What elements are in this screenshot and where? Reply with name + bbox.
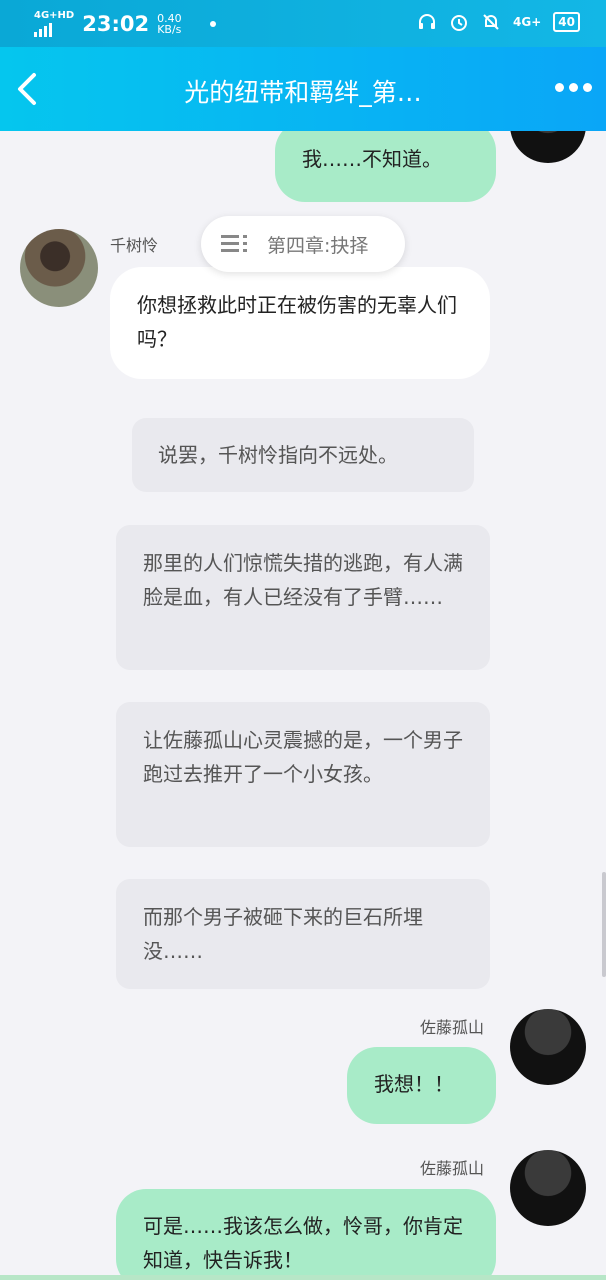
- chapter-label: 第四章:抉择: [267, 234, 369, 257]
- clock: 23:02: [82, 12, 150, 36]
- network-type-right: 4G+: [513, 15, 542, 29]
- network-speed: 0.40 KB/s: [157, 13, 182, 35]
- narration-message: 让佐藤孤山心灵震撼的是，一个男子跑过去推开了一个小女孩。: [116, 702, 490, 847]
- more-dots-icon[interactable]: [555, 83, 592, 92]
- mute-bell-icon: [483, 14, 499, 30]
- signal-indicator: 4G+HD: [34, 11, 74, 37]
- chat-area[interactable]: 我……不知道。 千树怜 你想拯救此时正在被伤害的无辜人们吗？ 说罢，千树怜指向不…: [0, 131, 606, 1280]
- player-message: 我想！！: [347, 1047, 496, 1124]
- chapter-selector[interactable]: 第四章:抉择: [201, 216, 405, 272]
- status-bar: 4G+HD 23:02 0.40 KB/s 4G+ 40: [0, 0, 606, 47]
- notification-dot-icon: [209, 21, 216, 27]
- speed-unit: KB/s: [157, 23, 182, 36]
- signal-bars-icon: [34, 23, 74, 37]
- avatar-player: [510, 1009, 586, 1085]
- narration-message: 说罢，千树怜指向不远处。: [132, 418, 474, 492]
- page-title: 光的纽带和羁绊_第…: [184, 78, 422, 107]
- npc-name: 千树怜: [110, 236, 159, 255]
- avatar-npc: [20, 229, 98, 307]
- npc-message: 你想拯救此时正在被伤害的无辜人们吗？: [110, 267, 490, 379]
- alarm-icon: [451, 15, 468, 31]
- app-header: 光的纽带和羁绊_第…: [0, 47, 606, 131]
- player-message: 我……不知道。: [275, 131, 496, 202]
- list-icon: [221, 235, 247, 252]
- player-message: 可是……我该怎么做，怜哥，你肯定知道，快告诉我！: [116, 1189, 496, 1280]
- narration-message: 而那个男子被砸下来的巨石所埋没……: [116, 879, 490, 989]
- player-name: 佐藤孤山: [420, 1159, 485, 1178]
- narration-message: 那里的人们惊慌失措的逃跑，有人满脸是血，有人已经没有了手臂……: [116, 525, 490, 670]
- battery-icon: 40: [553, 12, 580, 32]
- bottom-divider: [0, 1275, 606, 1280]
- scrollbar[interactable]: [602, 872, 606, 977]
- network-type: 4G+HD: [34, 10, 75, 21]
- headphones-icon: [419, 14, 436, 29]
- avatar-player: [510, 1150, 586, 1226]
- chevron-left-icon[interactable]: [12, 71, 46, 107]
- avatar-player: [510, 131, 586, 163]
- player-name: 佐藤孤山: [420, 1018, 485, 1037]
